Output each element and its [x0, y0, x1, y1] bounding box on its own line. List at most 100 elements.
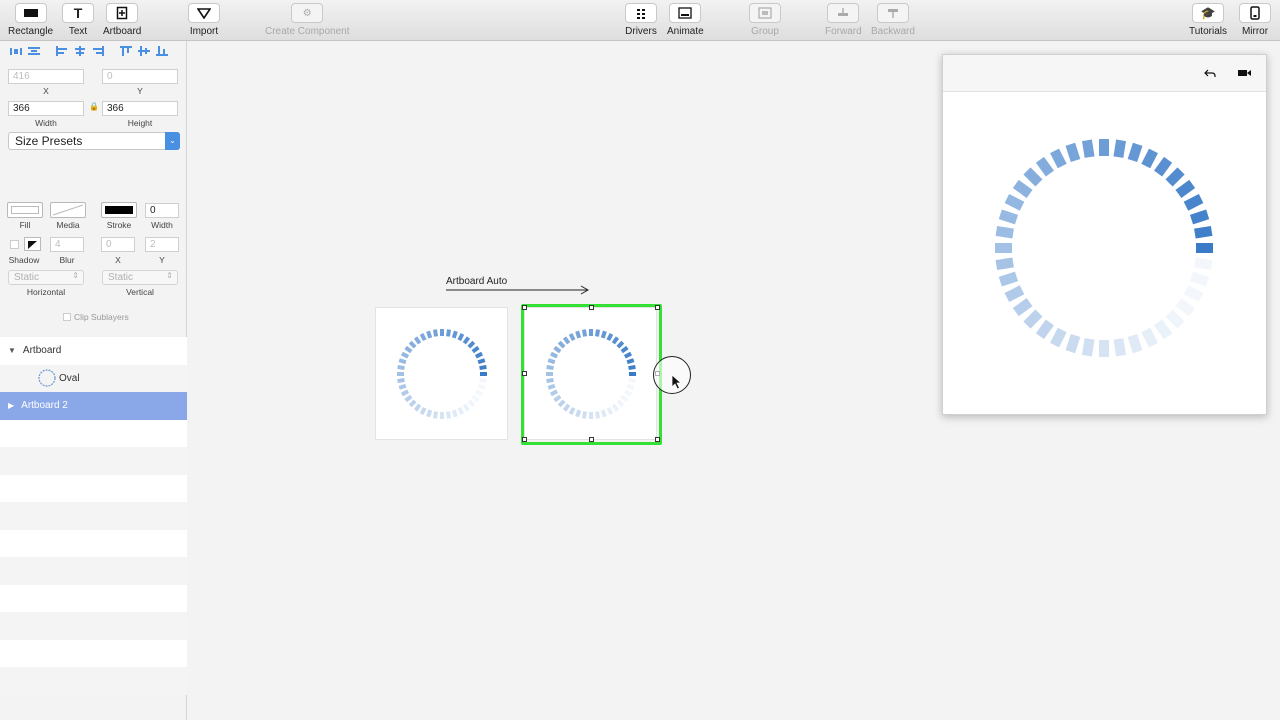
backward-button[interactable]: Backward: [871, 3, 915, 37]
artboard-icon: [116, 6, 128, 20]
y-label: Y: [137, 86, 143, 96]
resize-handle[interactable]: [589, 305, 594, 310]
ring-tick: [440, 412, 444, 419]
artboard-1[interactable]: [375, 307, 508, 440]
ring-tick: [998, 271, 1019, 287]
animate-label: Animate: [667, 26, 704, 37]
ring-tick: [408, 340, 417, 349]
shadow-color-swatch[interactable]: [24, 237, 41, 251]
shadow-x-field[interactable]: 0: [101, 237, 135, 252]
align-top-icon[interactable]: [118, 45, 134, 57]
tutorials-button[interactable]: 🎓 Tutorials: [1189, 3, 1227, 37]
ring-tick: [1183, 194, 1204, 211]
ring-tick: [1194, 257, 1213, 270]
x-position-field[interactable]: 416: [8, 69, 84, 84]
resize-handle[interactable]: [655, 305, 660, 310]
layer-row-artboard[interactable]: ▼ Artboard: [0, 337, 187, 365]
width-label: Width: [35, 118, 57, 128]
group-button[interactable]: Group: [749, 3, 781, 37]
resize-handle[interactable]: [589, 437, 594, 442]
ring-tick: [445, 329, 452, 337]
stroke-width-field[interactable]: 0: [145, 203, 179, 218]
mirror-button[interactable]: Mirror: [1239, 3, 1271, 37]
width-field[interactable]: 366: [8, 101, 84, 116]
ring-tick: [547, 383, 556, 390]
layer-row-oval[interactable]: Oval: [0, 364, 187, 392]
media-swatch[interactable]: [50, 202, 86, 218]
import-label: Import: [189, 26, 219, 37]
clip-sublayers-option[interactable]: Clip Sublayers: [63, 312, 129, 322]
ring-tick: [600, 409, 607, 418]
ring-tick: [1196, 243, 1213, 253]
vertical-constraint-select[interactable]: Static ⇕: [102, 270, 178, 285]
layer-row-empty: [0, 529, 187, 557]
x-label: X: [43, 86, 49, 96]
align-bottom-icon[interactable]: [154, 45, 170, 57]
create-component-button[interactable]: ⚙ Create Component: [265, 3, 350, 37]
mirror-label: Mirror: [1241, 26, 1269, 37]
undo-icon[interactable]: [1204, 68, 1216, 78]
size-presets-value: Size Presets: [15, 134, 83, 148]
layer-row-empty: [0, 474, 187, 502]
ring-tick: [1175, 179, 1196, 198]
artboard-button[interactable]: Artboard: [103, 3, 141, 37]
lock-icon[interactable]: 🔒: [89, 102, 99, 111]
video-camera-icon[interactable]: [1237, 68, 1252, 78]
ring-tick: [1194, 226, 1213, 239]
height-field[interactable]: 366: [102, 101, 178, 116]
resize-handle[interactable]: [522, 305, 527, 310]
ring-tick: [451, 330, 458, 339]
layer-row-artboard-2[interactable]: ▶ Artboard 2: [0, 392, 187, 420]
ring-tick: [1141, 327, 1158, 348]
ring-tick: [562, 403, 571, 412]
shadow-checkbox[interactable]: [10, 240, 19, 249]
artboard-2[interactable]: [524, 307, 657, 440]
ring-tick: [477, 383, 486, 390]
drivers-button[interactable]: Drivers: [625, 3, 657, 37]
import-button[interactable]: Import: [188, 3, 220, 37]
disclosure-closed-icon[interactable]: ▶: [8, 401, 14, 410]
ring-tick: [1113, 139, 1126, 158]
layer-row-empty: [0, 667, 187, 695]
animate-button[interactable]: Animate: [667, 3, 704, 37]
distribute-vertical-icon[interactable]: [26, 45, 42, 57]
align-right-icon[interactable]: [90, 45, 106, 57]
text-button[interactable]: T Text: [62, 3, 94, 37]
fill-swatch[interactable]: [7, 202, 43, 218]
forward-button[interactable]: Forward: [825, 3, 862, 37]
resize-handle[interactable]: [655, 437, 660, 442]
align-center-icon[interactable]: [72, 45, 88, 57]
ring-tick: [1082, 338, 1095, 357]
transition-arrow-icon: [446, 285, 590, 295]
y-position-field[interactable]: 0: [102, 69, 178, 84]
group-icon: [758, 7, 772, 19]
stroke-swatch[interactable]: [101, 202, 137, 218]
rectangle-button[interactable]: Rectangle: [8, 3, 53, 37]
ring-tick: [467, 399, 476, 408]
size-presets-select[interactable]: Size Presets ⌄: [8, 132, 180, 150]
ring-tick: [1004, 194, 1025, 211]
align-middle-icon[interactable]: [136, 45, 152, 57]
ring-tick: [562, 336, 571, 345]
stepper-icon: ⇕: [72, 271, 79, 280]
layer-row-empty: [0, 612, 187, 640]
ring-tick: [1065, 142, 1081, 163]
horizontal-constraint-select[interactable]: Static ⇕: [8, 270, 84, 285]
clip-sublayers-checkbox[interactable]: [63, 313, 71, 321]
distribute-horizontal-icon[interactable]: [8, 45, 24, 57]
drivers-label: Drivers: [625, 26, 657, 37]
graduation-cap-icon: 🎓: [1200, 6, 1216, 20]
ring-tick: [623, 351, 633, 359]
blur-field[interactable]: 4: [50, 237, 84, 252]
shadow-y-field[interactable]: 2: [145, 237, 179, 252]
ring-tick: [397, 377, 405, 384]
resize-handle[interactable]: [522, 371, 527, 376]
resize-handle[interactable]: [522, 437, 527, 442]
ring-tick: [547, 358, 556, 365]
ring-tick: [479, 364, 487, 371]
disclosure-open-icon[interactable]: ▼: [8, 346, 16, 355]
ring-tick: [1154, 156, 1173, 177]
ring-tick: [445, 411, 452, 419]
ring-tick: [553, 394, 562, 403]
align-left-icon[interactable]: [54, 45, 70, 57]
